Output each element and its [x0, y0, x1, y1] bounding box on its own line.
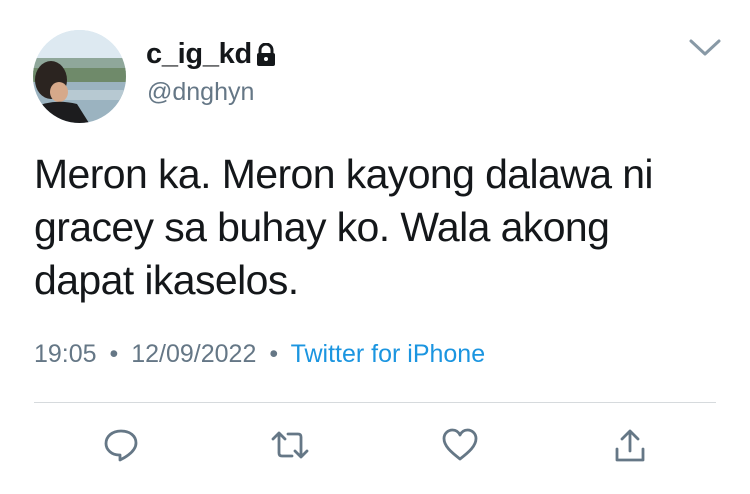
avatar-photo: [33, 30, 126, 123]
retweet-icon[interactable]: [270, 427, 310, 468]
tweet-time[interactable]: 19:05: [34, 340, 97, 368]
share-icon[interactable]: [612, 427, 648, 470]
tweet-text-line: Meron ka. Meron kayong dalawa ni: [34, 151, 654, 197]
chevron-down-icon[interactable]: [688, 38, 722, 63]
tweet-source-link[interactable]: Twitter for iPhone: [291, 340, 486, 368]
tweet-text: Meron ka. Meron kayong dalawa ni gracey …: [34, 148, 714, 307]
avatar[interactable]: [33, 30, 126, 123]
user-handle[interactable]: @dnghyn: [147, 78, 254, 107]
tweet-text-line: gracey sa buhay ko. Wala akong: [34, 204, 610, 250]
meta-separator: •: [269, 340, 279, 368]
like-icon[interactable]: [441, 427, 479, 468]
lock-icon: [255, 42, 277, 67]
tweet-date[interactable]: 12/09/2022: [131, 340, 256, 368]
tweet-meta: 19:05 • 12/09/2022 • Twitter for iPhone: [34, 340, 485, 369]
display-name-text: c_ig_kd: [146, 38, 252, 70]
tweet-text-line: dapat ikaselos.: [34, 257, 299, 303]
reply-icon[interactable]: [103, 427, 139, 468]
meta-separator: •: [109, 340, 119, 368]
display-name[interactable]: c_ig_kd: [146, 38, 277, 71]
divider: [34, 402, 716, 403]
